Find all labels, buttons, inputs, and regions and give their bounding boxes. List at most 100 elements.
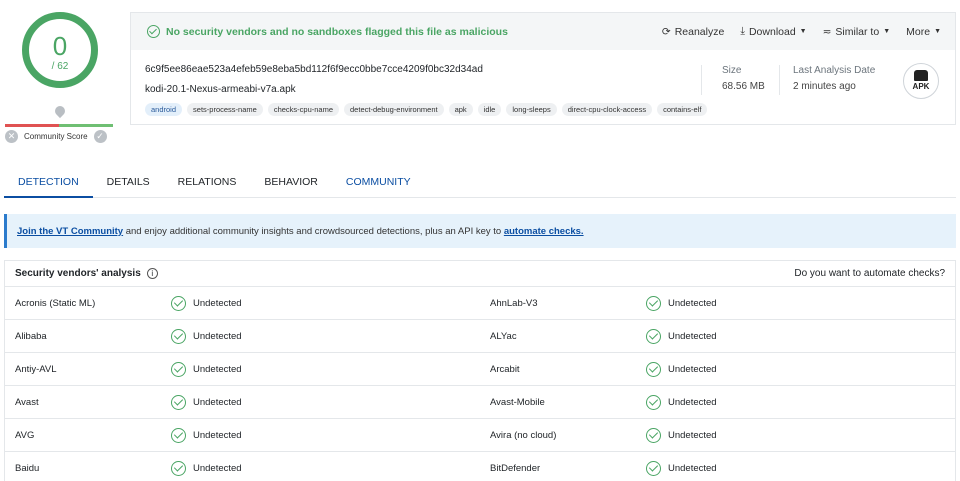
file-type-label: APK (912, 82, 930, 91)
close-icon[interactable]: ✕ (5, 129, 18, 143)
download-icon: ⤓ (740, 25, 745, 37)
download-button[interactable]: ⤓ Download ▼ (740, 25, 806, 38)
file-size: Size 68.56 MB (722, 65, 765, 92)
automate-checks-link[interactable]: automate checks. (504, 226, 584, 237)
check-circle-icon (171, 328, 186, 344)
table-row: Antiy-AVL Undetected Arcabit Undetected (5, 353, 955, 386)
vendor-result: Undetected (646, 394, 717, 410)
result-text: Undetected (668, 429, 717, 441)
result-text: Undetected (668, 330, 717, 342)
file-type-badge: APK (903, 63, 939, 99)
table-row: Baidu Undetected BitDefender Undetected (5, 452, 955, 481)
tab-relations[interactable]: RELATIONS (164, 168, 251, 198)
file-summary-card: No security vendors and no sandboxes fla… (130, 12, 956, 125)
join-community-link[interactable]: Join the VT Community (17, 226, 123, 237)
tag[interactable]: apk (448, 103, 473, 116)
vendor-result: Undetected (171, 328, 480, 344)
result-text: Undetected (193, 429, 242, 441)
vendor-name: Acronis (Static ML) (15, 297, 96, 309)
check-circle-icon (171, 427, 186, 443)
result-text: Undetected (668, 462, 717, 474)
map-pin-icon (52, 103, 68, 119)
community-banner: Join the VT Community and enjoy addition… (4, 214, 956, 248)
tag[interactable]: direct-cpu-clock-access (561, 103, 653, 116)
check-circle-icon (646, 394, 661, 410)
tab-details[interactable]: DETAILS (93, 168, 164, 198)
check-circle-icon (171, 460, 186, 476)
table-row: Acronis (Static ML) Undetected AhnLab-V3… (5, 287, 955, 320)
similar-to-button[interactable]: ≂ Similar to ▼ (823, 26, 891, 38)
size-value: 68.56 MB (722, 81, 765, 92)
download-label: Download (748, 25, 796, 38)
tag[interactable]: contains-elf (657, 103, 708, 116)
vendor-result: Undetected (171, 394, 480, 410)
reanalyze-button[interactable]: ⟳ Reanalyze (662, 26, 724, 38)
check-circle-icon (147, 25, 160, 38)
check-icon[interactable]: ✓ (93, 129, 107, 143)
vendor-result: Undetected (171, 295, 480, 311)
tab-community[interactable]: COMMUNITY (332, 168, 425, 198)
banner-text: and enjoy additional community insights … (123, 225, 504, 237)
vendor-name: Arcabit (490, 363, 520, 375)
tab-behavior[interactable]: BEHAVIOR (250, 168, 331, 198)
result-text: Undetected (193, 363, 242, 375)
result-text: Undetected (668, 363, 717, 375)
tab-detection[interactable]: DETECTION (4, 168, 93, 198)
check-circle-icon (646, 295, 661, 311)
community-score-label: Community Score (24, 131, 88, 141)
vendor-name: BitDefender (490, 462, 541, 474)
check-circle-icon (646, 460, 661, 476)
score-ring: 0 / 62 (22, 12, 98, 88)
caret-down-icon: ▼ (883, 28, 891, 35)
vendor-result: Undetected (646, 427, 717, 443)
vendor-result: Undetected (646, 295, 717, 311)
tag[interactable]: android (145, 103, 183, 116)
analysis-label: Last Analysis Date (793, 65, 876, 76)
vendor-result: Undetected (171, 427, 480, 443)
detection-count: 0 (52, 31, 68, 61)
tag[interactable]: checks-cpu-name (267, 103, 340, 116)
vendor-name: Alibaba (15, 330, 47, 342)
check-circle-icon (171, 361, 186, 377)
vendor-result: Undetected (171, 361, 480, 377)
vendor-name: AVG (15, 429, 35, 441)
result-text: Undetected (193, 462, 242, 474)
file-hash[interactable]: 6c9f5ee86eae523a4efeb59e8eba5bd112f6f9ec… (145, 64, 483, 75)
last-analysis: Last Analysis Date 2 minutes ago (793, 65, 875, 92)
result-text: Undetected (668, 297, 717, 309)
file-name: kodi-20.1-Nexus-armeabi-v7a.apk (145, 84, 296, 95)
vendor-result: Undetected (646, 460, 717, 476)
info-icon[interactable]: i (146, 268, 158, 279)
result-text: Undetected (193, 396, 242, 408)
result-text: Undetected (193, 297, 242, 309)
tag-list: android sets-process-name checks-cpu-nam… (145, 103, 708, 116)
automate-prompt[interactable]: Do you want to automate checks? (794, 268, 945, 279)
status-message: No security vendors and no sandboxes fla… (166, 25, 508, 38)
table-row: Avast Undetected Avast-Mobile Undetected (5, 386, 955, 419)
vendor-name: Antiy-AVL (15, 363, 57, 375)
tag[interactable]: detect-debug-environment (344, 103, 444, 116)
check-circle-icon (646, 427, 661, 443)
vendors-title: Security vendors' analysis i (15, 268, 158, 279)
vendors-table: Security vendors' analysis i Do you want… (4, 260, 956, 481)
similar-label: Similar to (835, 25, 880, 38)
check-circle-icon (171, 394, 186, 410)
vendors-title-text: Security vendors' analysis (15, 268, 141, 279)
check-circle-icon (171, 295, 186, 311)
check-circle-icon (646, 361, 661, 377)
result-text: Undetected (668, 396, 717, 408)
engine-total: / 62 (51, 61, 69, 72)
tag[interactable]: idle (477, 103, 502, 116)
table-row: AVG Undetected Avira (no cloud) Undetect… (5, 419, 955, 452)
action-menu: ⟳ Reanalyze ⤓ Download ▼ ≂ Similar to ▼ … (662, 13, 941, 50)
size-label: Size (722, 65, 742, 76)
vendor-result: Undetected (171, 460, 480, 476)
vendor-result: Undetected (646, 328, 717, 344)
more-button[interactable]: More ▼ (906, 26, 941, 38)
reanalyze-label: Reanalyze (674, 25, 725, 38)
vendor-name: Baidu (15, 462, 40, 474)
caret-down-icon: ▼ (934, 28, 941, 35)
vendor-name: Avira (no cloud) (490, 429, 557, 441)
tag[interactable]: long-sleeps (506, 103, 557, 116)
tag[interactable]: sets-process-name (187, 103, 263, 116)
